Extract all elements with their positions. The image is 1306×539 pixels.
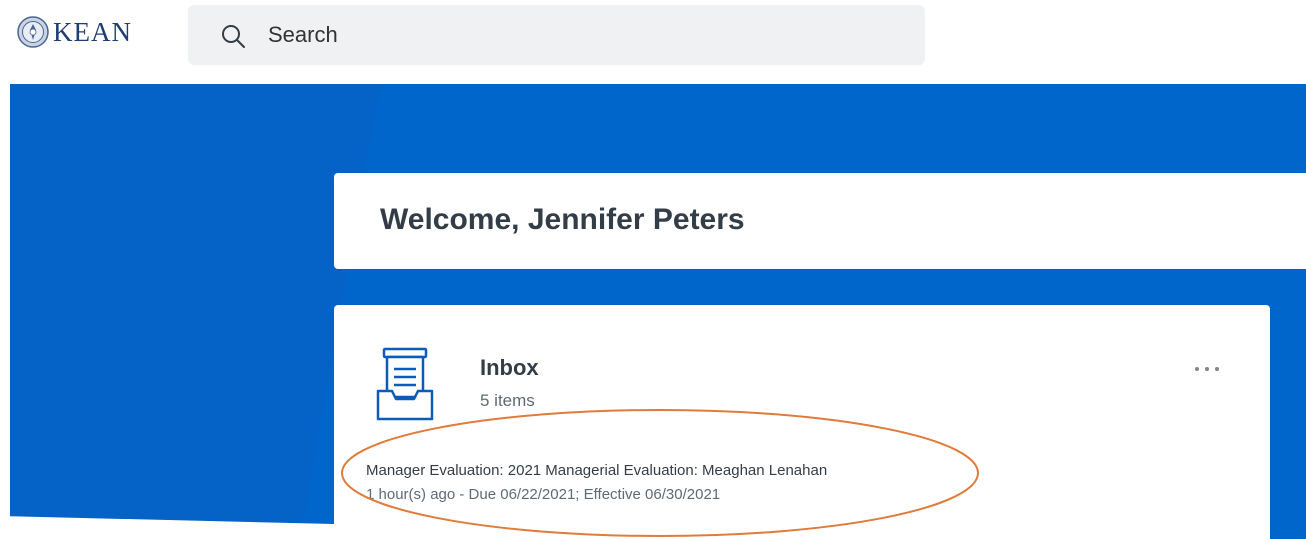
inbox-title[interactable]: Inbox xyxy=(480,355,539,381)
more-options-icon xyxy=(1195,367,1199,371)
search-icon xyxy=(222,25,245,48)
logo-text: KEAN xyxy=(53,16,132,47)
search-input[interactable] xyxy=(268,18,908,52)
inbox-tray-icon xyxy=(376,347,434,421)
more-options-dot xyxy=(1205,367,1209,371)
top-navigation-bar: KEAN xyxy=(0,0,1306,78)
inbox-item-count: 5 items xyxy=(480,391,535,410)
kean-seal-icon xyxy=(17,16,49,48)
more-options-button[interactable] xyxy=(1189,357,1225,381)
inbox-card[interactable]: Inbox 5 items Manager Evaluation: 2021 M… xyxy=(334,305,1270,539)
inbox-task-meta: 1 hour(s) ago - Due 06/22/2021; Effectiv… xyxy=(366,486,721,503)
more-options-dot xyxy=(1215,367,1219,371)
welcome-heading: Welcome, Jennifer Peters xyxy=(380,203,745,236)
welcome-card: Welcome, Jennifer Peters xyxy=(334,173,1306,269)
kean-logo[interactable]: KEAN xyxy=(17,12,132,52)
inbox-task-title[interactable]: Manager Evaluation: 2021 Managerial Eval… xyxy=(366,462,827,479)
